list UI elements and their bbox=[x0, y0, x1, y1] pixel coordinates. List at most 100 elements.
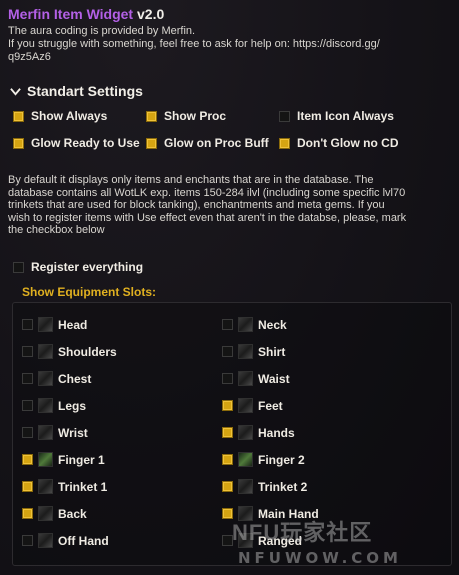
checkbox[interactable] bbox=[279, 137, 290, 149]
database-info: By default it displays only items and en… bbox=[8, 174, 454, 237]
option-glow-ready[interactable]: Glow Ready to Use bbox=[13, 136, 140, 150]
option-label: Show Always bbox=[31, 109, 108, 123]
checkbox[interactable] bbox=[22, 427, 33, 438]
slot-label: Trinket 1 bbox=[58, 479, 108, 494]
checkbox[interactable] bbox=[222, 481, 233, 492]
info-line: the checkbox below bbox=[8, 224, 105, 236]
option-show-proc[interactable]: Show Proc bbox=[146, 109, 226, 123]
slot-label: Shoulders bbox=[58, 344, 117, 359]
trinket-icon bbox=[238, 479, 253, 494]
description: The aura coding is provided by Merfin. I… bbox=[8, 25, 453, 64]
checkbox[interactable] bbox=[146, 110, 157, 122]
slot-shirt[interactable]: Shirt bbox=[222, 344, 285, 359]
watermark-logo: NFU玩家社区 bbox=[232, 520, 373, 545]
option-label: Don't Glow no CD bbox=[297, 136, 399, 150]
legs-icon bbox=[38, 398, 53, 413]
head-icon bbox=[38, 317, 53, 332]
checkbox[interactable] bbox=[222, 373, 233, 384]
checkbox[interactable] bbox=[22, 346, 33, 357]
back-icon bbox=[38, 506, 53, 521]
checkbox[interactable] bbox=[22, 400, 33, 411]
slot-label: Chest bbox=[58, 371, 92, 386]
info-line: By default it displays only items and en… bbox=[8, 174, 374, 186]
wrist-icon bbox=[38, 425, 53, 440]
checkbox[interactable] bbox=[222, 319, 233, 330]
checkbox[interactable] bbox=[13, 110, 24, 122]
trinket-icon bbox=[38, 479, 53, 494]
section-title: Standart Settings bbox=[27, 83, 143, 99]
slot-label: Finger 2 bbox=[258, 452, 305, 467]
app-name: Merfin Item Widget bbox=[8, 6, 134, 22]
checkbox[interactable] bbox=[22, 454, 33, 465]
option-register-everything[interactable]: Register everything bbox=[13, 260, 143, 274]
slot-finger-1[interactable]: Finger 1 bbox=[22, 452, 105, 467]
checkbox[interactable] bbox=[222, 454, 233, 465]
option-label: Register everything bbox=[31, 260, 144, 274]
slot-shoulders[interactable]: Shoulders bbox=[22, 344, 117, 359]
slot-label: Legs bbox=[58, 398, 87, 413]
info-line: trinkets that are used for block tanking… bbox=[8, 199, 385, 211]
slot-label: Back bbox=[58, 506, 87, 521]
chevron-down-icon bbox=[10, 87, 21, 96]
desc-line: The aura coding is provided by Merfin. bbox=[8, 25, 196, 37]
checkbox[interactable] bbox=[22, 373, 33, 384]
slot-trinket-2[interactable]: Trinket 2 bbox=[222, 479, 307, 494]
slot-label: Off Hand bbox=[58, 533, 109, 548]
slot-legs[interactable]: Legs bbox=[22, 398, 86, 413]
checkbox[interactable] bbox=[146, 137, 157, 149]
option-label: Item Icon Always bbox=[297, 109, 394, 123]
checkbox[interactable] bbox=[13, 261, 24, 273]
slot-label: Neck bbox=[258, 317, 287, 332]
hands-icon bbox=[238, 425, 253, 440]
slot-trinket-1[interactable]: Trinket 1 bbox=[22, 479, 107, 494]
slot-head[interactable]: Head bbox=[22, 317, 87, 332]
chest-icon bbox=[38, 371, 53, 386]
shoulders-icon bbox=[38, 344, 53, 359]
option-item-icon-always[interactable]: Item Icon Always bbox=[279, 109, 394, 123]
checkbox[interactable] bbox=[22, 319, 33, 330]
slot-label: Feet bbox=[258, 398, 283, 413]
slot-wrist[interactable]: Wrist bbox=[22, 425, 88, 440]
slot-label: Finger 1 bbox=[58, 452, 105, 467]
watermark-url: NFUWOW.COM bbox=[238, 549, 402, 567]
checkbox[interactable] bbox=[22, 535, 33, 546]
info-line: database contains all WotLK exp. items 1… bbox=[8, 186, 406, 199]
checkbox[interactable] bbox=[222, 346, 233, 357]
slot-chest[interactable]: Chest bbox=[22, 371, 91, 386]
desc-line: q9z5Az6 bbox=[8, 51, 51, 63]
slot-off-hand[interactable]: Off Hand bbox=[22, 533, 109, 548]
slot-feet[interactable]: Feet bbox=[222, 398, 283, 413]
option-label: Glow Ready to Use bbox=[31, 136, 140, 150]
checkbox[interactable] bbox=[222, 400, 233, 411]
equipment-slots-header: Show Equipment Slots: bbox=[22, 285, 156, 299]
slot-finger-2[interactable]: Finger 2 bbox=[222, 452, 305, 467]
checkbox[interactable] bbox=[279, 110, 290, 122]
standart-settings-header[interactable]: Standart Settings bbox=[10, 83, 143, 99]
waist-icon bbox=[238, 371, 253, 386]
slot-label: Trinket 2 bbox=[258, 479, 308, 494]
slot-waist[interactable]: Waist bbox=[222, 371, 290, 386]
info-line: wish to register items with Use effect e… bbox=[8, 211, 407, 224]
app-version: v2.0 bbox=[137, 6, 165, 22]
widget-title: Merfin Item Widget v2.0 bbox=[8, 6, 164, 22]
slot-label: Head bbox=[58, 317, 88, 332]
checkbox[interactable] bbox=[22, 481, 33, 492]
option-dont-glow-no-cd[interactable]: Don't Glow no CD bbox=[279, 136, 399, 150]
checkbox[interactable] bbox=[222, 427, 233, 438]
off-hand-icon bbox=[38, 533, 53, 548]
slot-hands[interactable]: Hands bbox=[222, 425, 295, 440]
slot-neck[interactable]: Neck bbox=[222, 317, 287, 332]
option-glow-proc-buff[interactable]: Glow on Proc Buff bbox=[146, 136, 269, 150]
slot-label: Hands bbox=[258, 425, 295, 440]
slot-label: Waist bbox=[258, 371, 290, 386]
finger-icon bbox=[238, 452, 253, 467]
option-label: Glow on Proc Buff bbox=[164, 136, 269, 150]
checkbox[interactable] bbox=[13, 137, 24, 149]
option-label: Show Proc bbox=[164, 109, 227, 123]
settings-panel: Merfin Item Widget v2.0 The aura coding … bbox=[0, 0, 459, 575]
checkbox[interactable] bbox=[22, 508, 33, 519]
option-show-always[interactable]: Show Always bbox=[13, 109, 107, 123]
slot-back[interactable]: Back bbox=[22, 506, 87, 521]
neck-icon bbox=[238, 317, 253, 332]
finger-icon bbox=[38, 452, 53, 467]
